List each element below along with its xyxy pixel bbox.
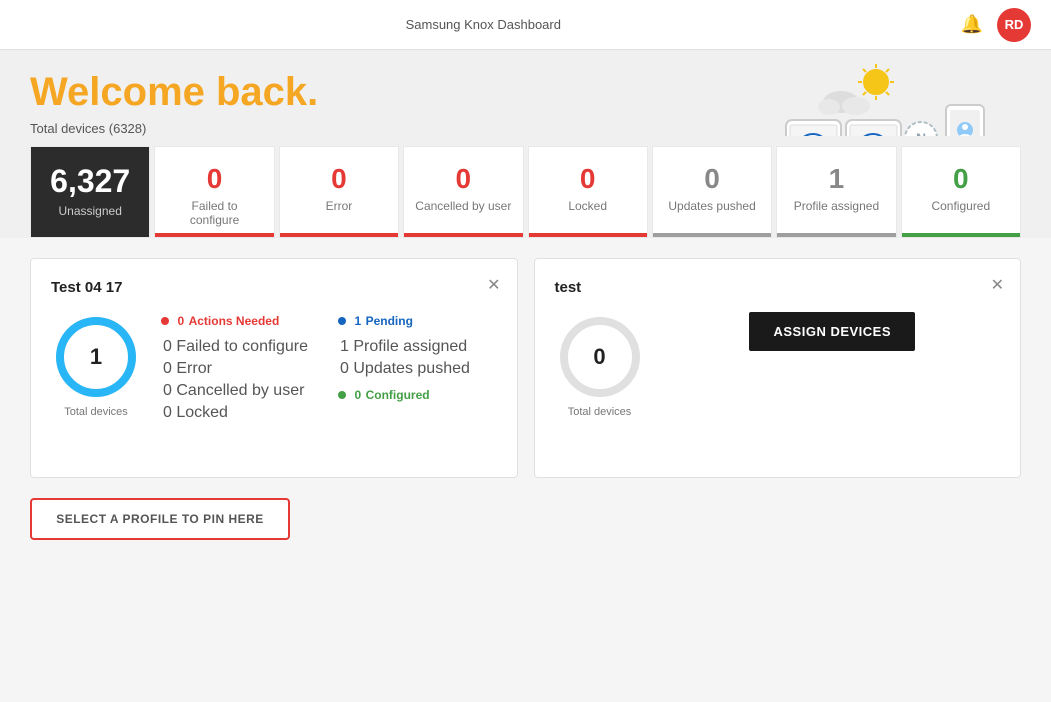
stat-label-profile: Profile assigned: [787, 199, 885, 223]
profile-card-2-close[interactable]: ✕: [991, 275, 1004, 295]
stat-card-locked[interactable]: 0 Locked: [528, 146, 648, 238]
donut-center-1: 1: [90, 344, 102, 370]
stat-number-locked: 0: [539, 163, 637, 195]
profile-card-1: Test 04 17 ✕ 1 Total devices: [30, 258, 518, 478]
stat-number-updates: 0: [663, 163, 761, 195]
stat-bar-cancelled: [404, 233, 522, 237]
stats-col-left: 0 Actions Needed 0 Failed to configure 0…: [161, 312, 308, 426]
stat-card-profile[interactable]: 1 Profile assigned: [776, 146, 896, 238]
donut-container-1: 1 Total devices: [51, 312, 141, 418]
stat-label-updates: Updates pushed: [663, 199, 761, 223]
stat-label-locked: Locked: [539, 199, 637, 223]
avatar[interactable]: RD: [997, 8, 1031, 42]
stat-card-error[interactable]: 0 Error: [279, 146, 399, 238]
actions-needed-label: Actions Needed: [189, 314, 280, 328]
stat-number-cancelled: 0: [414, 163, 512, 195]
donut-wrapper-1: 1: [51, 312, 141, 402]
illustration: N 4: [631, 60, 991, 136]
pin-section: SELECT A PROFILE TO PIN HERE: [0, 498, 1051, 560]
dot-red-1: [161, 317, 169, 325]
stat-failed-1: 0 Failed to configure: [161, 338, 308, 356]
stat-bar-locked: [529, 233, 647, 237]
card-body-2: 0 Total devices ASSIGN DEVICES: [555, 312, 1001, 418]
donut-total-2: 0: [593, 344, 605, 370]
pending-count: 1: [354, 314, 361, 328]
stat-label-error: Error: [290, 199, 388, 223]
stat-number-error: 0: [290, 163, 388, 195]
stat-profile-assigned-1: 1 Profile assigned: [338, 338, 470, 356]
stat-bar-error: [280, 233, 398, 237]
configured-count-1: 0: [354, 388, 361, 402]
donut-container-2: 0 Total devices: [555, 312, 645, 418]
stats-cols-1: 0 Actions Needed 0 Failed to configure 0…: [161, 312, 470, 426]
welcome-section: Welcome back.: [0, 50, 1051, 136]
donut-label-2: Total devices: [568, 406, 632, 418]
donut-center-2: 0: [593, 344, 605, 370]
stat-cancelled-1: 0 Cancelled by user: [161, 382, 308, 400]
stats-col-right: 1 Pending 1 Profile assigned 0 Updates p…: [338, 312, 470, 426]
stat-label-cancelled: Cancelled by user: [414, 199, 512, 223]
donut-wrapper-2: 0: [555, 312, 645, 402]
card-body-1: 1 Total devices 0 Actions Needed 0 Faile…: [51, 312, 497, 426]
profile-card-2: test ✕ 0 Total devices ASSIGN DEVICES: [534, 258, 1022, 478]
stat-error-1: 0 Error: [161, 360, 308, 378]
stat-number-configured: 0: [912, 163, 1010, 195]
configured-label-1: Configured: [366, 388, 430, 402]
stat-bar-configured: [902, 233, 1020, 237]
stat-label-unassigned: Unassigned: [41, 204, 139, 228]
pending-label: Pending: [366, 314, 413, 328]
stat-card-unassigned[interactable]: 6,327 Unassigned: [30, 146, 150, 238]
dot-blue-1: [338, 317, 346, 325]
stat-number-unassigned: 6,327: [41, 163, 139, 200]
stat-locked-1: 0 Locked: [161, 404, 308, 422]
donut-label-1: Total devices: [64, 406, 128, 418]
pin-card[interactable]: SELECT A PROFILE TO PIN HERE: [30, 498, 290, 540]
stat-card-cancelled[interactable]: 0 Cancelled by user: [403, 146, 523, 238]
pin-button-label: SELECT A PROFILE TO PIN HERE: [56, 512, 264, 526]
stat-bar-updates: [653, 233, 771, 237]
profile-card-1-title: Test 04 17: [51, 279, 497, 296]
stat-label-configured: Configured: [912, 199, 1010, 223]
stat-bar-failed: [155, 233, 273, 237]
stat-number-profile: 1: [787, 163, 885, 195]
profile-card-2-title: test: [555, 279, 1001, 296]
stat-card-updates[interactable]: 0 Updates pushed: [652, 146, 772, 238]
donut-total-1: 1: [90, 344, 102, 370]
bell-icon[interactable]: 🔔: [961, 14, 983, 35]
header: Samsung Knox Dashboard 🔔 RD: [0, 0, 1051, 50]
assign-container: ASSIGN DEVICES: [665, 312, 1001, 351]
assign-devices-button[interactable]: ASSIGN DEVICES: [749, 312, 915, 351]
header-title: Samsung Knox Dashboard: [406, 17, 561, 32]
stat-card-configured[interactable]: 0 Configured: [901, 146, 1021, 238]
stat-updates-pushed-1: 0 Updates pushed: [338, 360, 470, 378]
stat-label-failed: Failed to configure: [165, 199, 263, 237]
actions-needed-count: 0: [177, 314, 184, 328]
stat-card-failed[interactable]: 0 Failed to configure: [154, 146, 274, 238]
stat-bar-profile: [777, 233, 895, 237]
main-content: Test 04 17 ✕ 1 Total devices: [0, 238, 1051, 498]
dot-green-1: [338, 391, 346, 399]
profile-card-1-close[interactable]: ✕: [487, 275, 500, 295]
stats-row: 6,327 Unassigned 0 Failed to configure 0…: [0, 136, 1051, 238]
svg-text:N: N: [916, 130, 926, 136]
stat-number-failed: 0: [165, 163, 263, 195]
